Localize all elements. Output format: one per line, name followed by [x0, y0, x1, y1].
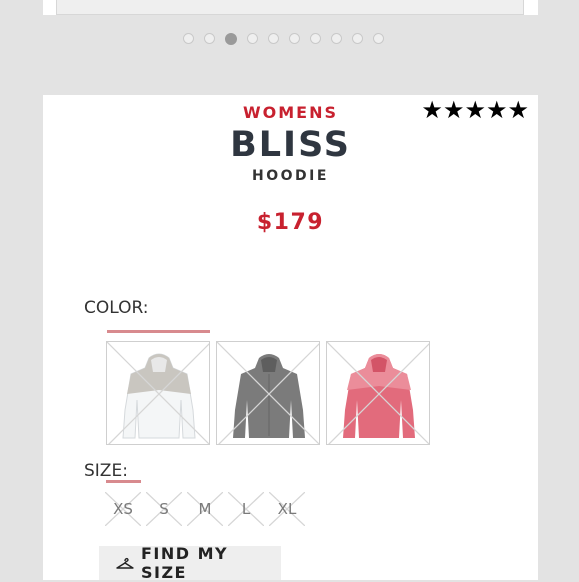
product-card: WOMENS ★ ★ ★ ★ ★ BLISS HOODIE $179 COLOR… — [43, 95, 538, 582]
find-my-size-label: FIND MY SIZE — [140, 544, 229, 582]
unavailable-cross — [327, 342, 429, 444]
color-label: COLOR: — [84, 298, 149, 318]
previous-card — [43, 0, 538, 15]
color-selected-indicator — [107, 330, 210, 333]
product-name: BLISS — [230, 125, 351, 165]
rating-stars: ★ ★ ★ ★ ★ — [421, 97, 529, 123]
hanger-icon — [116, 557, 134, 569]
size-selected-indicator — [106, 480, 141, 483]
size-option-label: XL — [277, 500, 297, 518]
star-icon: ★ — [507, 96, 529, 124]
star-icon: ★ — [485, 96, 508, 124]
star-icon: ★ — [421, 96, 443, 124]
carousel-dot-active[interactable] — [225, 32, 237, 45]
size-label: SIZE: — [84, 461, 128, 481]
product-type: HOODIE — [252, 168, 329, 184]
size-option-label: S — [159, 500, 169, 518]
size-options: XS S M L XL — [105, 492, 305, 526]
unavailable-cross — [107, 342, 209, 444]
size-option-s[interactable]: S — [146, 492, 182, 526]
carousel-dot[interactable] — [289, 33, 300, 44]
carousel-dots — [183, 32, 384, 45]
size-option-xl[interactable]: XL — [269, 492, 305, 526]
color-swatch-pink[interactable] — [326, 341, 430, 445]
size-option-label: XS — [113, 500, 133, 518]
carousel-dot[interactable] — [247, 33, 258, 44]
size-option-label: L — [241, 500, 251, 518]
color-swatch-grey[interactable] — [216, 341, 320, 445]
star-icon: ★ — [442, 96, 465, 124]
carousel-dot[interactable] — [331, 33, 342, 44]
carousel-dot[interactable] — [310, 33, 321, 44]
size-option-l[interactable]: L — [228, 492, 264, 526]
carousel-dot[interactable] — [373, 33, 384, 44]
size-option-m[interactable]: M — [187, 492, 223, 526]
unavailable-cross — [217, 342, 319, 444]
carousel-dot[interactable] — [204, 33, 215, 44]
color-swatch-white[interactable] — [106, 341, 210, 445]
find-my-size-button[interactable]: FIND MY SIZE — [99, 544, 281, 582]
star-icon: ★ — [464, 96, 486, 124]
size-option-label: M — [198, 500, 212, 518]
carousel-dot[interactable] — [352, 33, 363, 44]
color-swatches — [106, 341, 430, 445]
size-option-xs[interactable]: XS — [105, 492, 141, 526]
carousel-dot[interactable] — [183, 33, 194, 44]
previous-card-inner — [56, 0, 524, 15]
product-price: $179 — [256, 210, 325, 235]
carousel-dot[interactable] — [268, 33, 279, 44]
